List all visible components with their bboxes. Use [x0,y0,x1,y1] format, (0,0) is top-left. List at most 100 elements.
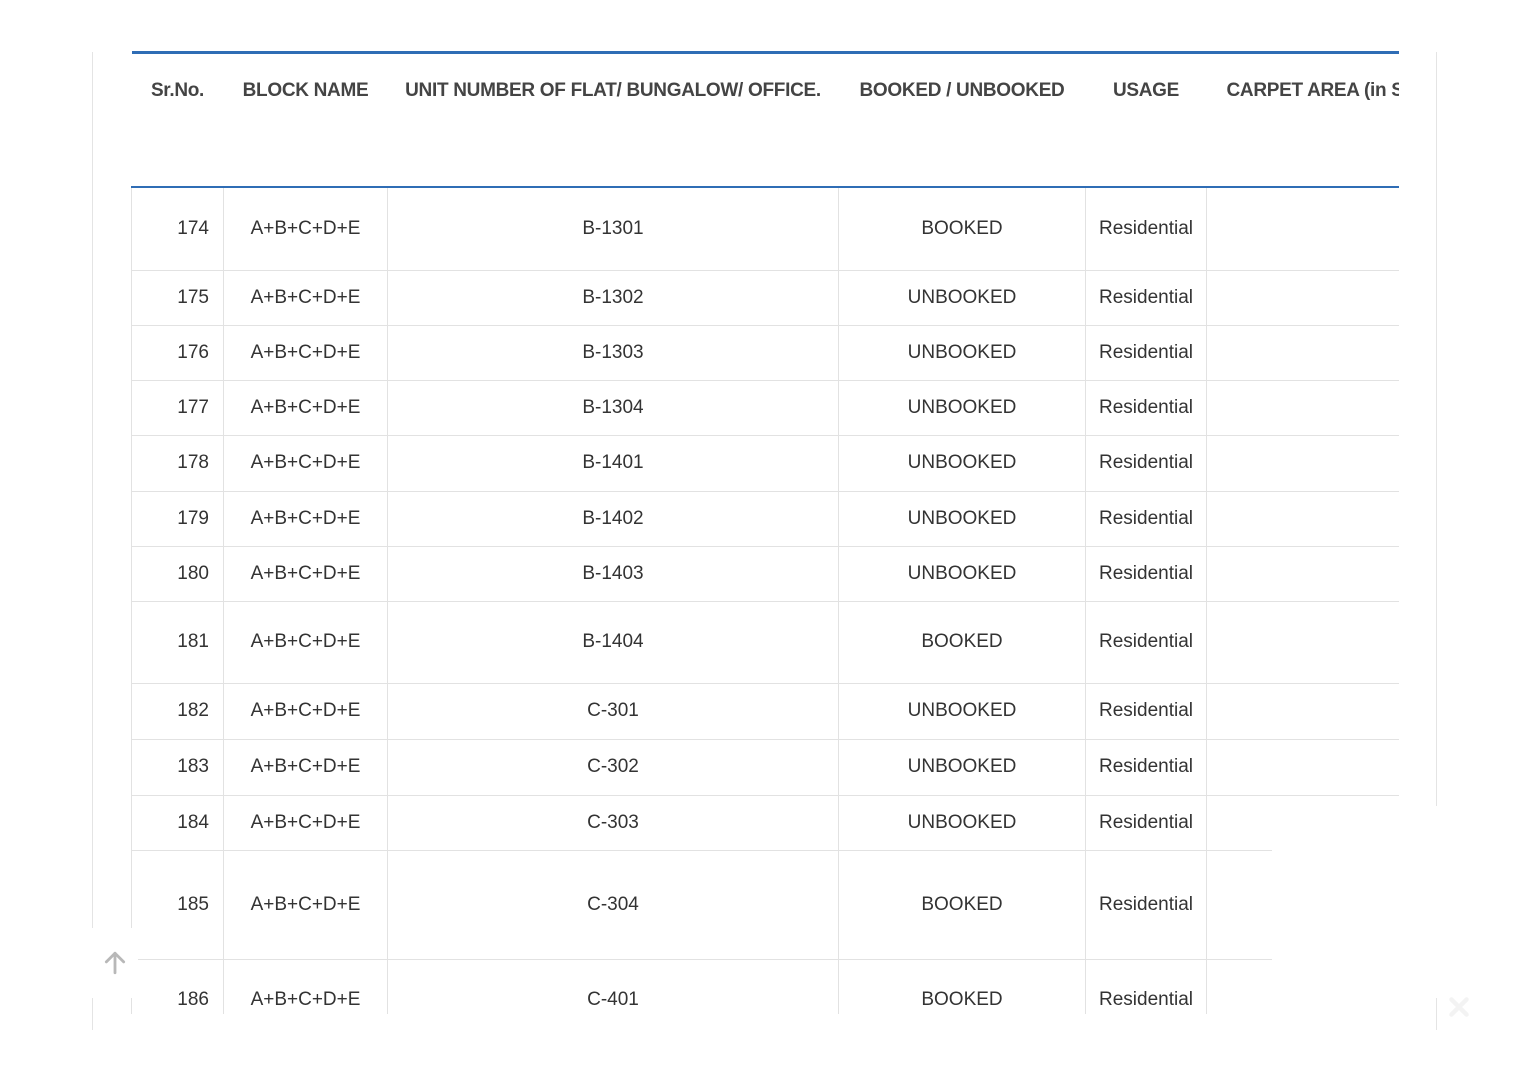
cell-booking-status: UNBOOKED [838,324,1086,381]
cell-sr-no: 183 [131,738,224,796]
cell-usage: Residential [1085,545,1207,602]
header-carpet-area: CARPET AREA (in Sq [1206,51,1399,188]
inventory-table: Sr.No. BLOCK NAME UNIT NUMBER OF FLAT/ B… [131,51,1399,1014]
frame-left-border [92,52,93,1030]
cell-carpet-area [1206,186,1399,271]
page: Sr.No. BLOCK NAME UNIT NUMBER OF FLAT/ B… [0,0,1528,1080]
cell-booking-status: UNBOOKED [838,379,1086,436]
cell-usage: Residential [1085,379,1207,436]
header-row: Sr.No. BLOCK NAME UNIT NUMBER OF FLAT/ B… [131,51,1399,188]
cell-booking-status: UNBOOKED [838,490,1086,547]
cell-booking-status: UNBOOKED [838,682,1086,740]
cell-unit-number: B-1402 [387,490,839,547]
cell-carpet-area [1206,545,1399,602]
cell-usage: Residential [1085,958,1207,1014]
cell-block-name: A+B+C+D+E [223,794,388,851]
cell-booking-status: BOOKED [838,849,1086,960]
cell-sr-no: 185 [131,849,224,960]
cell-carpet-area [1206,379,1399,436]
frame-right-border-lower [1436,998,1437,1030]
cell-block-name: A+B+C+D+E [223,379,388,436]
cell-booking-status: UNBOOKED [838,434,1086,492]
table-row: 184 A+B+C+D+E C-303 UNBOOKED Residential [131,794,1399,851]
cell-unit-number: C-401 [387,958,839,1014]
cell-usage: Residential [1085,794,1207,851]
cell-unit-number: B-1403 [387,545,839,602]
cell-unit-number: C-301 [387,682,839,740]
header-booking-status: BOOKED / UNBOOKED [838,51,1086,188]
header-sr-no: Sr.No. [131,51,224,188]
cell-usage: Residential [1085,324,1207,381]
cell-unit-number: B-1302 [387,269,839,326]
cell-booking-status: BOOKED [838,958,1086,1014]
cell-booking-status: UNBOOKED [838,269,1086,326]
cell-sr-no: 180 [131,545,224,602]
cell-sr-no: 178 [131,434,224,492]
cell-usage: Residential [1085,186,1207,271]
arrow-up-icon [104,951,126,975]
close-button[interactable] [1446,994,1472,1020]
table-row: 181 A+B+C+D+E B-1404 BOOKED Residential [131,600,1399,684]
cell-sr-no: 181 [131,600,224,684]
cell-usage: Residential [1085,849,1207,960]
cell-usage: Residential [1085,269,1207,326]
cell-block-name: A+B+C+D+E [223,958,388,1014]
scroll-to-top-button[interactable] [92,928,138,998]
cell-unit-number: C-303 [387,794,839,851]
cell-block-name: A+B+C+D+E [223,600,388,684]
cell-block-name: A+B+C+D+E [223,545,388,602]
header-unit-number: UNIT NUMBER OF FLAT/ BUNGALOW/ OFFICE. [387,51,839,188]
table-row: 179 A+B+C+D+E B-1402 UNBOOKED Residential [131,490,1399,547]
cell-unit-number: C-304 [387,849,839,960]
cell-carpet-area [1206,269,1399,326]
cell-carpet-area [1206,738,1399,796]
cell-block-name: A+B+C+D+E [223,434,388,492]
table-body: 174 A+B+C+D+E B-1301 BOOKED Residential 175 A+… [131,186,1399,1014]
table-row: 178 A+B+C+D+E B-1401 UNBOOKED Residential [131,434,1399,492]
cell-unit-number: B-1304 [387,379,839,436]
table-scroll-container[interactable]: Sr.No. BLOCK NAME UNIT NUMBER OF FLAT/ B… [131,51,1399,1014]
cell-booking-status: UNBOOKED [838,794,1086,851]
frame-right-border [1436,52,1437,806]
table-header: Sr.No. BLOCK NAME UNIT NUMBER OF FLAT/ B… [131,51,1399,188]
table-row: 182 A+B+C+D+E C-301 UNBOOKED Residential [131,682,1399,740]
overlay-panel [1272,806,1472,998]
cell-block-name: A+B+C+D+E [223,682,388,740]
cell-usage: Residential [1085,434,1207,492]
cell-booking-status: BOOKED [838,186,1086,271]
cell-sr-no: 184 [131,794,224,851]
cell-block-name: A+B+C+D+E [223,738,388,796]
table-row: 177 A+B+C+D+E B-1304 UNBOOKED Residential [131,379,1399,436]
cell-usage: Residential [1085,738,1207,796]
cell-block-name: A+B+C+D+E [223,324,388,381]
header-usage: USAGE [1085,51,1207,188]
cell-sr-no: 177 [131,379,224,436]
cell-sr-no: 174 [131,186,224,271]
cell-block-name: A+B+C+D+E [223,490,388,547]
cell-sr-no: 179 [131,490,224,547]
cell-block-name: A+B+C+D+E [223,186,388,271]
table-row: 176 A+B+C+D+E B-1303 UNBOOKED Residential [131,324,1399,381]
cell-booking-status: UNBOOKED [838,545,1086,602]
cell-usage: Residential [1085,682,1207,740]
cell-booking-status: UNBOOKED [838,738,1086,796]
cell-unit-number: B-1404 [387,600,839,684]
header-block-name: BLOCK NAME [223,51,388,188]
cell-unit-number: B-1301 [387,186,839,271]
table-row: 174 A+B+C+D+E B-1301 BOOKED Residential [131,186,1399,271]
cell-sr-no: 176 [131,324,224,381]
table-row: 183 A+B+C+D+E C-302 UNBOOKED Residential [131,738,1399,796]
cell-carpet-area [1206,600,1399,684]
cell-sr-no: 182 [131,682,224,740]
table-row: 180 A+B+C+D+E B-1403 UNBOOKED Residential [131,545,1399,602]
cell-usage: Residential [1085,600,1207,684]
cell-sr-no: 186 [131,958,224,1014]
cell-unit-number: B-1401 [387,434,839,492]
table-row: 175 A+B+C+D+E B-1302 UNBOOKED Residential [131,269,1399,326]
cell-unit-number: C-302 [387,738,839,796]
table-row: 185 A+B+C+D+E C-304 BOOKED Residential [131,849,1399,960]
cell-sr-no: 175 [131,269,224,326]
cell-block-name: A+B+C+D+E [223,269,388,326]
cell-usage: Residential [1085,490,1207,547]
cell-carpet-area [1206,324,1399,381]
